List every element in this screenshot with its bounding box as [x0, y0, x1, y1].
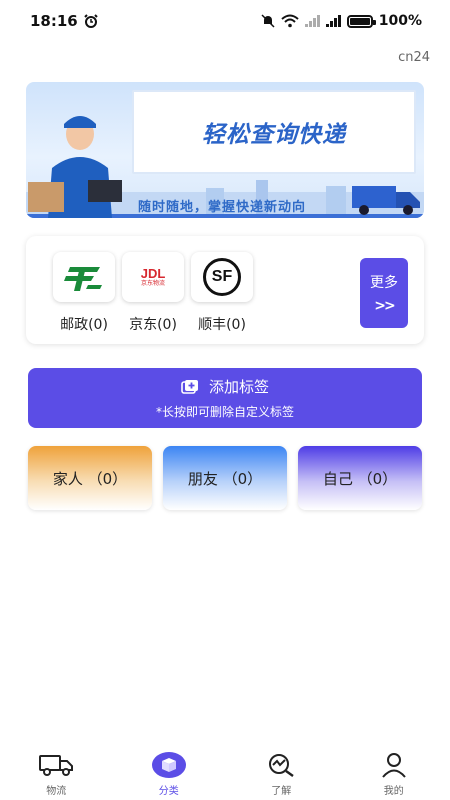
- add-tag-icon: [181, 379, 198, 394]
- search-chart-icon: [266, 751, 296, 779]
- more-couriers-button[interactable]: 更多 >>: [360, 258, 408, 328]
- banner[interactable]: 轻松查询快递 随时随地，掌握快递新动向: [26, 82, 424, 218]
- nav-label: 我的: [383, 786, 404, 797]
- nav-logistics[interactable]: 物流: [0, 745, 113, 800]
- courier-name: 邮政(0): [60, 317, 108, 333]
- tag-family[interactable]: 家人 （0）: [28, 446, 152, 510]
- add-tag-label: 添加标签: [208, 378, 269, 396]
- courier-sf[interactable]: SF 顺丰(0): [190, 252, 254, 334]
- mute-bell-icon: [261, 14, 275, 28]
- banner-subtitle: 随时随地，掌握快递新动向: [138, 200, 307, 215]
- battery-level: 100%: [378, 13, 422, 29]
- tag-friends[interactable]: 朋友 （0）: [163, 446, 287, 510]
- sf-logo: SF: [191, 252, 253, 302]
- jdl-logo: JDL 京东物流: [122, 252, 184, 302]
- user-icon: [381, 751, 407, 779]
- add-tag-hint: *长按即可删除自定义标签: [155, 405, 294, 419]
- signal-bars-1-icon: [304, 15, 320, 27]
- tag-self[interactable]: 自己 （0）: [298, 446, 422, 510]
- nav-label: 物流: [46, 786, 67, 797]
- nav-label: 分类: [158, 786, 179, 797]
- signal-bars-2-icon: [325, 15, 341, 27]
- courier-name: 顺丰(0): [198, 317, 246, 333]
- courier-jd[interactable]: JDL 京东物流 京东(0): [121, 252, 185, 334]
- alarm-icon: [84, 14, 98, 28]
- status-bar: 18:16 100%: [0, 0, 450, 42]
- sf-logo-text: SF: [211, 268, 233, 285]
- double-chevron-right-icon: >>: [374, 298, 396, 314]
- china-post-logo: [53, 252, 115, 302]
- status-time: 18:16: [30, 12, 78, 30]
- header-code: cn24: [398, 50, 430, 65]
- courier-person-illustration: [28, 116, 122, 218]
- nav-category[interactable]: 分类: [113, 745, 226, 800]
- jdl-logo-sub: 京东物流: [140, 280, 165, 287]
- banner-title: 轻松查询快递: [202, 122, 346, 148]
- nav-learn[interactable]: 了解: [225, 745, 338, 800]
- nav-mine[interactable]: 我的: [338, 745, 450, 800]
- add-tag-button[interactable]: 添加标签 *长按即可删除自定义标签: [28, 368, 422, 428]
- courier-card: 邮政(0) JDL 京东物流 京东(0) SF 顺丰(0) 更多 >>: [26, 236, 424, 344]
- tag-label: 自己 （0）: [322, 469, 398, 488]
- add-tag-row: 添加标签: [181, 376, 269, 397]
- status-right: 100%: [261, 13, 422, 29]
- wifi-icon: [281, 14, 299, 28]
- bottom-nav: 物流 分类 了解 我的: [0, 745, 450, 800]
- courier-china-post[interactable]: 邮政(0): [52, 252, 116, 334]
- banner-title-box: 轻松查询快递: [132, 90, 416, 174]
- nav-label: 了解: [271, 786, 292, 797]
- box-icon: [151, 751, 186, 779]
- tag-label: 朋友 （0）: [187, 469, 263, 488]
- truck-illustration: [352, 186, 420, 215]
- tag-label: 家人 （0）: [52, 469, 128, 488]
- more-label: 更多: [370, 275, 398, 291]
- truck-icon: [39, 751, 74, 779]
- jdl-logo-text: JDL: [140, 266, 166, 281]
- status-left: 18:16: [30, 12, 98, 30]
- courier-name: 京东(0): [129, 317, 177, 333]
- battery-icon: [346, 14, 376, 28]
